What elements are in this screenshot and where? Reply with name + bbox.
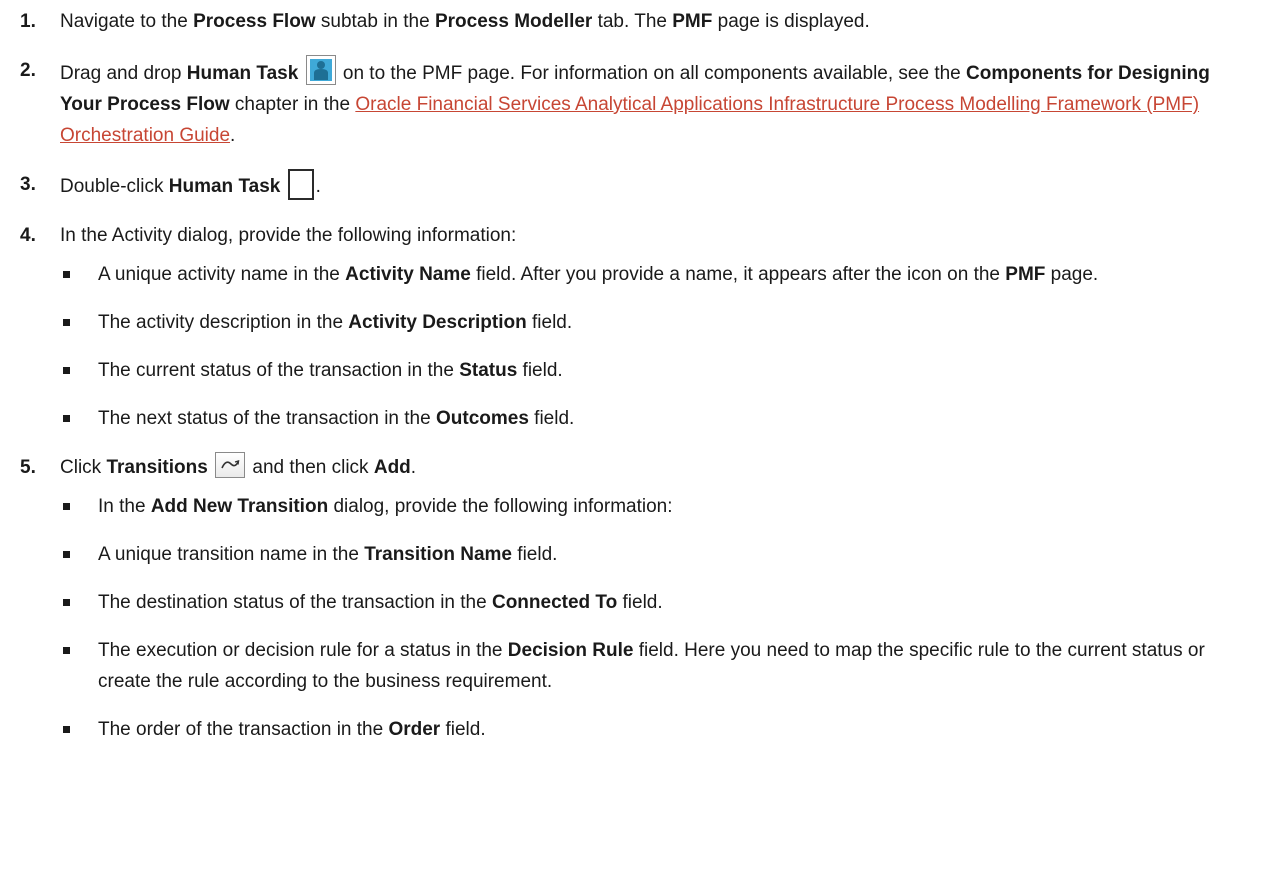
bold-term: PMF — [672, 11, 713, 32]
bullet-list: A unique activity name in the Activity N… — [60, 259, 1214, 434]
step-number: 1. — [20, 11, 36, 32]
step-number: 2. — [20, 60, 36, 81]
step-text: Click — [60, 457, 107, 478]
document-body: 1. Navigate to the Process Flow subtab i… — [0, 0, 1264, 745]
list-item: A unique transition name in the Transiti… — [60, 539, 1214, 570]
step-text: In the Activity dialog, provide the foll… — [60, 225, 517, 246]
list-item: The execution or decision rule for a sta… — [60, 635, 1214, 697]
list-item: The current status of the transaction in… — [60, 355, 1214, 386]
empty-box-icon — [287, 169, 314, 200]
bold-term: Process Flow — [193, 11, 316, 32]
list-item: The destination status of the transactio… — [60, 587, 1214, 618]
step-number: 4. — [20, 225, 36, 246]
step-text: subtab in the — [315, 11, 435, 32]
step-text: on to the PMF page. For information on a… — [337, 63, 967, 84]
step-4: 4. In the Activity dialog, provide the f… — [0, 220, 1264, 434]
list-item: A unique activity name in the Activity N… — [60, 259, 1214, 290]
list-item: The next status of the transaction in th… — [60, 403, 1214, 434]
bold-term: Transitions — [106, 457, 208, 478]
step-2: 2. Drag and drop Human Task on to the PM… — [0, 55, 1264, 151]
step-text: tab. The — [592, 11, 673, 32]
list-item: The activity description in the Activity… — [60, 307, 1214, 338]
step-1: 1. Navigate to the Process Flow subtab i… — [0, 6, 1264, 37]
bold-term: Human Task — [186, 63, 299, 84]
transitions-icon — [215, 452, 246, 478]
step-5: 5. Click Transitions and then click Add.… — [0, 452, 1264, 745]
step-3: 3. Double-click Human Task . — [0, 169, 1264, 202]
step-number: 3. — [20, 174, 36, 195]
bold-term: Human Task — [168, 176, 281, 197]
step-text: and then click — [247, 457, 374, 478]
bold-term: Process Modeller — [434, 11, 593, 32]
step-text: page is displayed. — [712, 11, 870, 32]
step-text: chapter in the — [229, 94, 356, 115]
list-item: In the Add New Transition dialog, provid… — [60, 491, 1214, 522]
step-text: . — [230, 125, 236, 146]
list-item: The order of the transaction in the Orde… — [60, 714, 1214, 745]
human-task-icon — [305, 55, 336, 85]
step-number: 5. — [20, 457, 36, 478]
step-text: . — [315, 176, 321, 197]
step-text: Double-click — [60, 176, 169, 197]
step-text: . — [410, 457, 417, 478]
bold-term: Add — [373, 457, 411, 478]
bullet-list: In the Add New Transition dialog, provid… — [60, 491, 1214, 745]
step-text: Navigate to the — [60, 11, 194, 32]
step-text: Drag and drop — [60, 63, 187, 84]
